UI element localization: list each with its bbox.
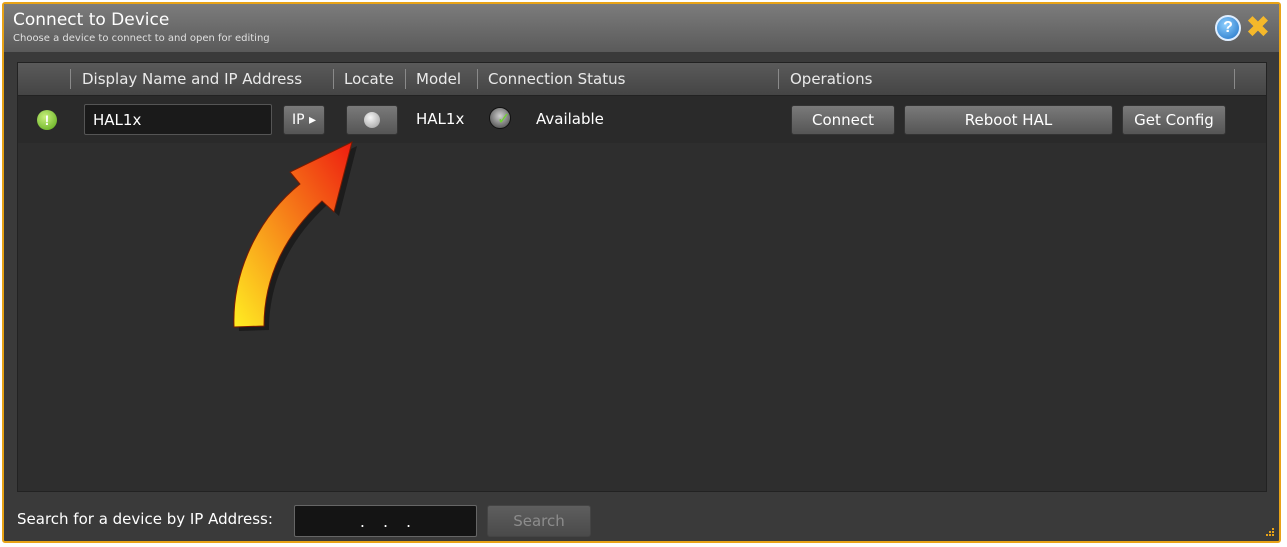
annotation-arrow-icon: [233, 141, 357, 331]
